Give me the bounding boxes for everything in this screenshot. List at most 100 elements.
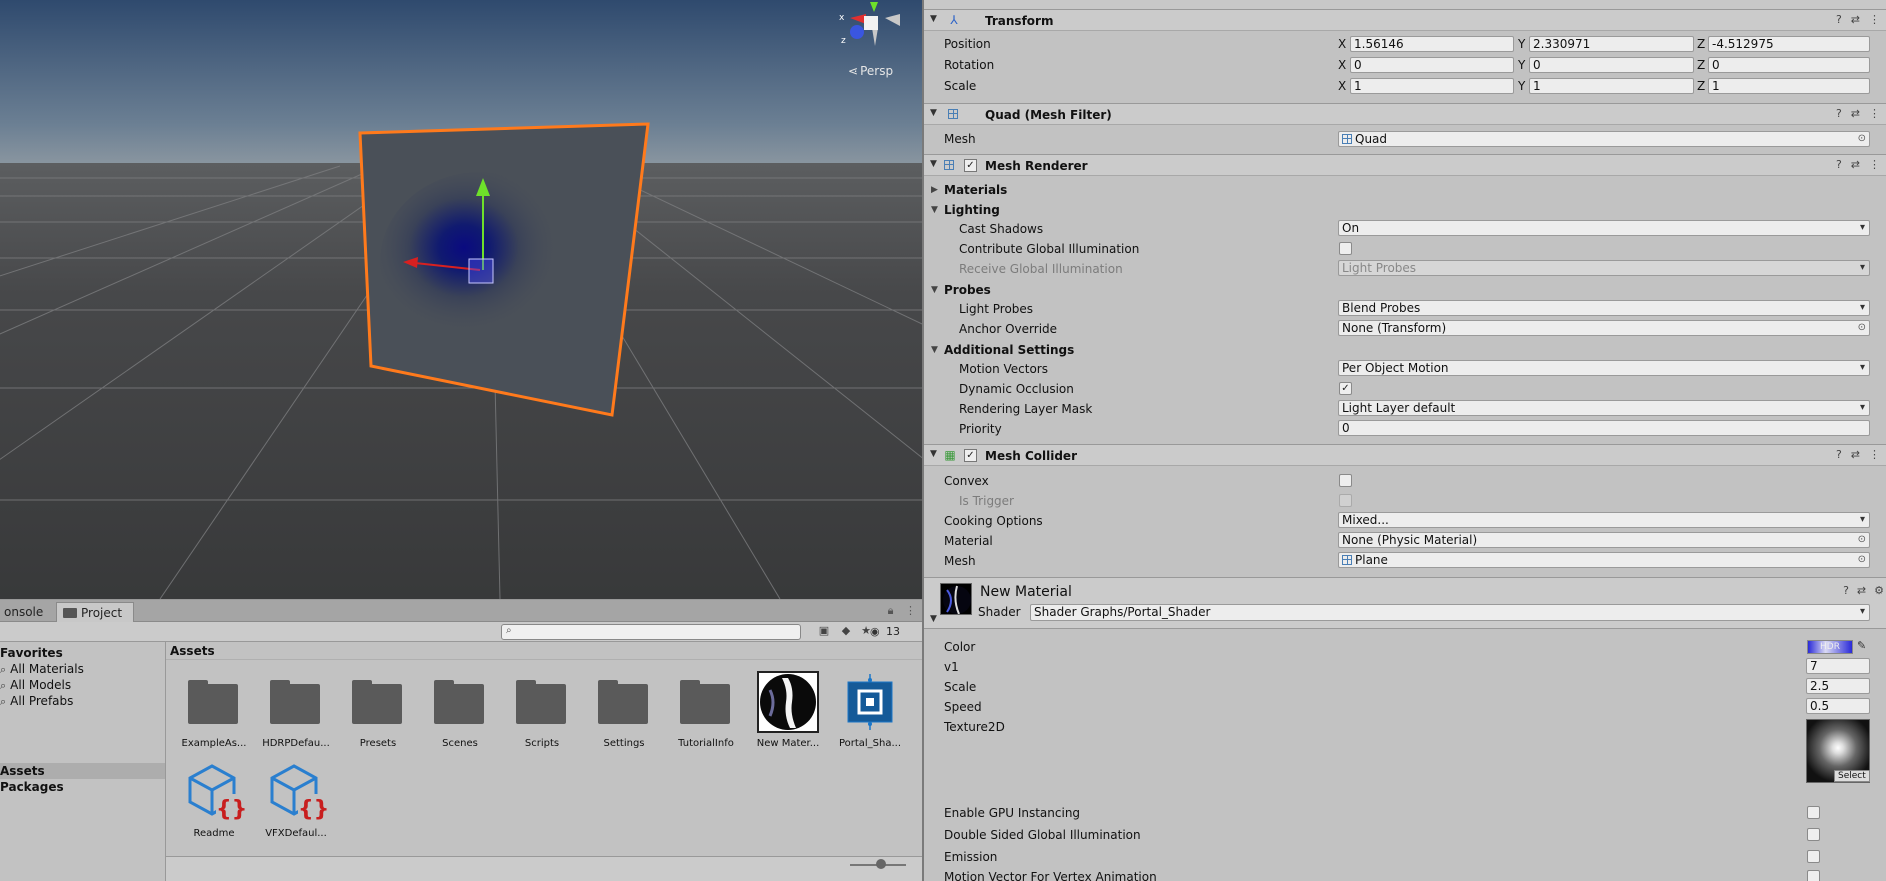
scale-z-field[interactable]: 1 bbox=[1708, 78, 1870, 94]
double-sided-gi-checkbox[interactable] bbox=[1807, 828, 1820, 841]
kebab-menu-icon[interactable]: ⋮ bbox=[1869, 158, 1880, 171]
dynamic-occlusion-label[interactable]: Dynamic Occlusion bbox=[959, 382, 1074, 396]
dynamic-occlusion-checkbox[interactable]: ✓ bbox=[1339, 382, 1352, 395]
double-sided-gi-label[interactable]: Double Sided Global Illumination bbox=[944, 828, 1141, 842]
asset-item[interactable]: Scripts bbox=[502, 670, 582, 749]
tree-item-all-materials[interactable]: ⌕ All Materials bbox=[0, 662, 84, 677]
motion-vectors-dropdown[interactable]: Per Object Motion bbox=[1338, 360, 1870, 376]
gpu-instancing-checkbox[interactable] bbox=[1807, 806, 1820, 819]
hdr-color-field[interactable]: HDR bbox=[1807, 640, 1853, 654]
kebab-menu-icon[interactable]: ⋮ bbox=[1869, 13, 1880, 26]
asset-item[interactable]: {} VFXDefaul... bbox=[256, 760, 336, 839]
rendering-layer-label[interactable]: Rendering Layer Mask bbox=[959, 402, 1092, 416]
kebab-menu-icon[interactable]: ⋮ bbox=[1869, 107, 1880, 120]
assets-breadcrumb[interactable]: Assets bbox=[166, 642, 922, 660]
gizmo-plane-handle[interactable] bbox=[468, 258, 494, 284]
asset-item[interactable]: Scenes bbox=[420, 670, 500, 749]
kebab-menu-icon[interactable]: ⋮ bbox=[1869, 448, 1880, 461]
search-input[interactable] bbox=[501, 624, 801, 640]
light-probes-label[interactable]: Light Probes bbox=[959, 302, 1033, 316]
foldout-arrow-icon[interactable]: ▼ bbox=[931, 285, 938, 295]
help-icon[interactable]: ? bbox=[1836, 13, 1842, 26]
eyedropper-icon[interactable]: ✎ bbox=[1857, 639, 1866, 652]
tree-assets[interactable]: Assets bbox=[0, 764, 45, 778]
additional-settings-foldout[interactable]: Additional Settings bbox=[944, 343, 1074, 357]
position-y-field[interactable]: 2.330971 bbox=[1529, 36, 1694, 52]
axis-x-label[interactable]: X bbox=[1338, 58, 1346, 72]
preset-icon[interactable]: ⇄ bbox=[1851, 158, 1860, 171]
texture-select-button[interactable]: Select bbox=[1834, 770, 1870, 782]
foldout-arrow-icon[interactable]: ▼ bbox=[930, 449, 937, 459]
mesh-object-field[interactable]: Quad bbox=[1338, 131, 1870, 147]
axis-x-label[interactable]: X bbox=[1338, 37, 1346, 51]
mesh-renderer-enabled-checkbox[interactable]: ✓ bbox=[964, 159, 977, 172]
cast-shadows-dropdown[interactable]: On bbox=[1338, 220, 1870, 236]
physic-material-label[interactable]: Material bbox=[944, 534, 993, 548]
mesh-collider-header[interactable]: ▼ ▦ ✓ Mesh Collider ? ⇄ ⋮ bbox=[924, 444, 1886, 466]
physic-material-field[interactable]: None (Physic Material) bbox=[1338, 532, 1870, 548]
axis-x-label[interactable]: X bbox=[1338, 79, 1346, 93]
probes-foldout[interactable]: Probes bbox=[944, 283, 991, 297]
priority-field[interactable]: 0 bbox=[1338, 420, 1870, 436]
texture2d-label[interactable]: Texture2D bbox=[944, 720, 1005, 734]
speed-label[interactable]: Speed bbox=[944, 700, 982, 714]
kebab-menu-icon[interactable]: ⋮ bbox=[905, 604, 916, 617]
icon-size-slider-handle[interactable] bbox=[876, 859, 886, 869]
position-x-field[interactable]: 1.56146 bbox=[1350, 36, 1514, 52]
axis-y-label[interactable]: Y bbox=[1518, 58, 1525, 72]
asset-item[interactable]: TutorialInfo bbox=[666, 670, 746, 749]
material-header[interactable]: New Material Shader Shader Graphs/Portal… bbox=[924, 577, 1886, 629]
scale-y-field[interactable]: 1 bbox=[1529, 78, 1694, 94]
tab-project[interactable]: Project bbox=[56, 602, 134, 622]
motion-vector-checkbox[interactable] bbox=[1807, 870, 1820, 881]
cooking-options-dropdown[interactable]: Mixed... bbox=[1338, 512, 1870, 528]
axis-z-label[interactable]: Z bbox=[1697, 58, 1705, 72]
shader-dropdown[interactable]: Shader Graphs/Portal_Shader bbox=[1030, 604, 1870, 621]
mesh-collider-enabled-checkbox[interactable]: ✓ bbox=[964, 449, 977, 462]
collider-mesh-label[interactable]: Mesh bbox=[944, 554, 976, 568]
scale-label[interactable]: Scale bbox=[944, 79, 976, 93]
foldout-arrow-icon[interactable]: ▼ bbox=[930, 14, 937, 24]
tree-item-all-prefabs[interactable]: ⌕ All Prefabs bbox=[0, 694, 73, 709]
persp-toggle[interactable]: ⋖ Persp bbox=[848, 64, 893, 78]
cooking-options-label[interactable]: Cooking Options bbox=[944, 514, 1043, 528]
axis-z-label[interactable]: Z bbox=[1697, 79, 1705, 93]
collider-mesh-field[interactable]: Plane bbox=[1338, 552, 1870, 568]
foldout-arrow-icon[interactable]: ▼ bbox=[931, 205, 938, 215]
v1-field[interactable]: 7 bbox=[1806, 658, 1870, 674]
priority-label[interactable]: Priority bbox=[959, 422, 1002, 436]
motion-vectors-label[interactable]: Motion Vectors bbox=[959, 362, 1048, 376]
axis-y-label[interactable]: Y bbox=[1518, 37, 1525, 51]
preset-icon[interactable]: ⇄ bbox=[1857, 584, 1866, 597]
asset-item[interactable]: HDRPDefau... bbox=[256, 670, 336, 749]
preset-icon[interactable]: ⇄ bbox=[1851, 107, 1860, 120]
anchor-override-field[interactable]: None (Transform) bbox=[1338, 320, 1870, 336]
rendering-layer-dropdown[interactable]: Light Layer default bbox=[1338, 400, 1870, 416]
collapsed-arrow-icon[interactable]: ▶ bbox=[931, 185, 938, 195]
anchor-override-label[interactable]: Anchor Override bbox=[959, 322, 1057, 336]
motion-vector-label[interactable]: Motion Vector For Vertex Animation bbox=[944, 870, 1157, 881]
asset-item[interactable]: Settings bbox=[584, 670, 664, 749]
axis-z-label[interactable]: Z bbox=[1697, 37, 1705, 51]
rotation-z-field[interactable]: 0 bbox=[1708, 57, 1870, 73]
help-icon[interactable]: ? bbox=[1836, 448, 1842, 461]
help-icon[interactable]: ? bbox=[1836, 158, 1842, 171]
scene-canvas[interactable]: x z bbox=[0, 0, 922, 599]
foldout-arrow-icon[interactable]: ▼ bbox=[931, 345, 938, 355]
scene-view[interactable]: x z ⋖ Persp bbox=[0, 0, 922, 599]
materials-foldout[interactable]: Materials bbox=[944, 183, 1007, 197]
tab-console[interactable]: onsole bbox=[0, 602, 51, 622]
contribute-gi-checkbox[interactable] bbox=[1339, 242, 1352, 255]
position-z-field[interactable]: -4.512975 bbox=[1708, 36, 1870, 52]
transform-header[interactable]: ▼ ⅄ Transform ? ⇄ ⋮ bbox=[924, 9, 1886, 31]
tree-item-all-models[interactable]: ⌕ All Models bbox=[0, 678, 71, 693]
scale-x-field[interactable]: 1 bbox=[1350, 78, 1514, 94]
asset-item[interactable]: ExampleAs... bbox=[174, 670, 254, 749]
hidden-packages-icon[interactable]: ◉ bbox=[870, 625, 880, 638]
emission-label[interactable]: Emission bbox=[944, 850, 997, 864]
preset-icon[interactable]: ⇄ bbox=[1851, 448, 1860, 461]
filter-by-label-icon[interactable]: ◆ bbox=[836, 624, 856, 640]
asset-item[interactable]: Portal_Sha... bbox=[830, 670, 910, 749]
rotation-y-field[interactable]: 0 bbox=[1529, 57, 1694, 73]
filter-by-type-icon[interactable]: ▣ bbox=[814, 624, 834, 640]
